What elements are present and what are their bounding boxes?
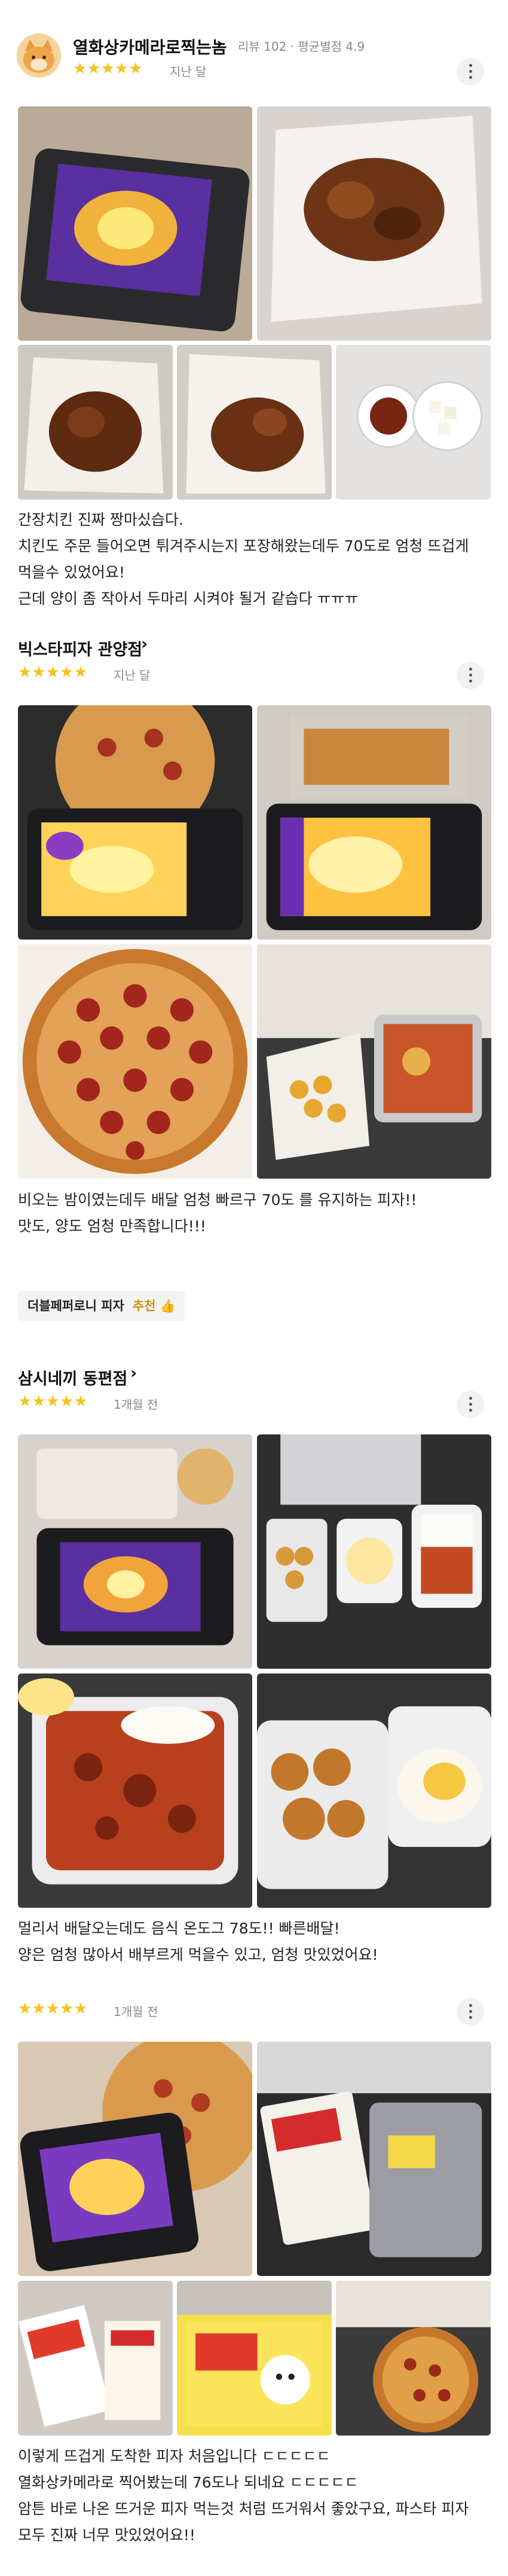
reviewer-name[interactable]: 열화상카메라로찍는놈 xyxy=(73,35,227,59)
photo-chicken-box-3[interactable] xyxy=(177,345,332,500)
review-text-line: 맛도, 양도 엄청 만족합니다!!! xyxy=(18,1217,206,1235)
cat-avatar-icon xyxy=(17,33,61,78)
rating-stars: ★★★★★ xyxy=(18,2000,88,2018)
review-text-line: 간장치킨 진짜 짱마싰습다. xyxy=(18,511,183,528)
review-text-line: 이렇게 뜨겁게 도착한 피자 처음입니다 ㄷㄷㄷㄷㄷ xyxy=(18,2447,330,2465)
review-date: 지난 달 xyxy=(170,65,207,79)
photo-cutlery-packets[interactable] xyxy=(18,2281,173,2436)
review-text-line: 암튼 바로 나온 뜨거운 피자 먹는것 처럼 뜨거워서 좋았구요, 파스타 피자 xyxy=(18,2500,469,2517)
photo-pepperoni-pizza[interactable] xyxy=(18,944,252,1179)
photo-thermal-pizza-box[interactable] xyxy=(18,2042,252,2276)
photo-thermal-korean-meal[interactable] xyxy=(18,1434,252,1669)
review-text-line: 근데 양이 좀 작아서 두마리 시켜야 될거 같습다 ㅠㅠㅠ xyxy=(18,590,359,607)
photo-thermal-camera-chicken[interactable] xyxy=(18,106,252,341)
photo-spicy-pork-rice[interactable] xyxy=(18,1674,252,1908)
more-options-icon[interactable] xyxy=(457,58,484,85)
photo-pasta-and-sides[interactable] xyxy=(257,944,491,1179)
chevron-right-icon[interactable]: › xyxy=(130,1364,137,1382)
photo-pizza-open-box[interactable] xyxy=(336,2281,491,2436)
review-text-line: 열화상카메라로 찍어봤는데 76도나 되네요 ㄷㄷㄷㄷㄷ xyxy=(18,2474,359,2491)
recommend-label: 추천 xyxy=(132,1299,156,1313)
review-text-line: 모두 진짜 너무 맛있었어요!! xyxy=(18,2526,195,2544)
review-text-line: 비오는 밤이였는데두 배달 엄청 빠르구 70도 를 유지하는 피자!! xyxy=(18,1191,417,1209)
review-date: 지난 달 xyxy=(114,668,151,683)
menu-name: 더블페퍼로니 피자 xyxy=(27,1299,124,1313)
review-text-line: 먹을수 있었어요! xyxy=(18,564,125,581)
store-name[interactable]: 삼시네끼 동편점 xyxy=(18,1366,127,1389)
store-name[interactable]: 빅스타피자 관양점 xyxy=(18,637,142,660)
menu-badge[interactable]: 더블페퍼로니 피자 추천 👍 xyxy=(18,1291,185,1321)
photo-chicken-box-1[interactable] xyxy=(257,106,491,341)
rating-stars: ★★★★★ xyxy=(73,60,143,78)
rating-stars: ★★★★★ xyxy=(18,663,88,681)
more-options-icon[interactable] xyxy=(457,662,484,689)
avatar[interactable] xyxy=(17,33,61,78)
thumbs-up-icon: 👍 xyxy=(160,1299,176,1313)
photo-pizza-flyer-and-bag[interactable] xyxy=(257,2042,491,2276)
photo-side-dishes[interactable] xyxy=(336,345,491,500)
photo-thermal-pizza-1[interactable] xyxy=(18,705,252,940)
photo-chicken-box-2[interactable] xyxy=(18,345,173,500)
review-text-line: 양은 엄청 많아서 배부르게 먹을수 있고, 엄청 맛있었어요! xyxy=(18,1946,378,1963)
photo-fried-and-egg[interactable] xyxy=(257,1674,491,1908)
chevron-right-icon[interactable]: › xyxy=(141,635,148,653)
reviewer-stats: 리뷰 102 · 평균별점 4.9 xyxy=(238,39,365,54)
review-date: 1개월 전 xyxy=(114,2005,158,2019)
rating-stars: ★★★★★ xyxy=(18,1393,88,1411)
review-date: 1개월 전 xyxy=(114,1397,158,1412)
photo-thermal-pizza-2[interactable] xyxy=(257,705,491,940)
more-options-icon[interactable] xyxy=(457,1391,484,1418)
review-text-line: 멀리서 배달오는데도 음식 온도그 78도!! 빠른배달! xyxy=(18,1920,340,1937)
chevron-right-icon[interactable]: › xyxy=(216,35,223,53)
review-text-line: 치킨도 주문 들어오면 튀겨주시는지 포장해왔는데두 70도로 엄청 뜨겁게 xyxy=(18,537,469,555)
photo-pizza-box-logo[interactable] xyxy=(177,2281,332,2436)
photo-meal-containers[interactable] xyxy=(257,1434,491,1669)
more-options-icon[interactable] xyxy=(457,1998,484,2026)
